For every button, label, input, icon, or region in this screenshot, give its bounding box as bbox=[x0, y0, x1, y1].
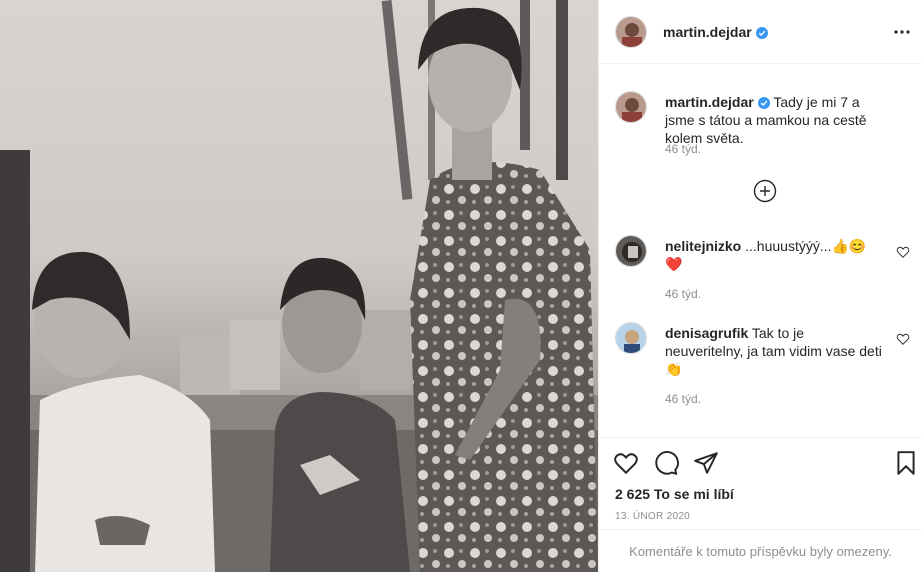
bookmark-icon[interactable] bbox=[893, 450, 919, 476]
post-header: martin.dejdar bbox=[599, 0, 921, 64]
photo-illustration bbox=[0, 0, 598, 572]
comment-heart-emoji: ❤️ bbox=[665, 256, 683, 272]
comment-item: nelitejnizko ...huuustýýý...👍😊 ❤️ 46 týd… bbox=[615, 235, 910, 305]
avatar[interactable] bbox=[615, 16, 647, 48]
comments-limited-notice: Komentáře k tomuto příspěvku byly omezen… bbox=[599, 529, 921, 572]
comment-username[interactable]: denisagrufik bbox=[665, 325, 748, 341]
post-side-panel: martin.dejdar martin.dejdar Tady je mi 7… bbox=[598, 0, 921, 572]
verified-badge-icon bbox=[755, 27, 768, 39]
plus-circle-icon[interactable] bbox=[753, 179, 777, 203]
verified-badge-icon bbox=[757, 97, 770, 109]
caption-text: martin.dejdar Tady je mi 7 a jsme s táto… bbox=[665, 93, 885, 147]
likes-count[interactable]: 2 625 To se mi líbí bbox=[615, 486, 734, 502]
comment-icon[interactable] bbox=[653, 450, 679, 476]
post-username[interactable]: martin.dejdar bbox=[663, 24, 768, 40]
comment-body: ...huuustýýý...👍😊 bbox=[745, 238, 867, 254]
comment-item: denisagrufik Tak to je neuveritelny, ja … bbox=[615, 322, 910, 407]
comment-text: nelitejnizko ...huuustýýý...👍😊 ❤️ bbox=[665, 237, 885, 273]
avatar[interactable] bbox=[615, 322, 647, 354]
like-comment-heart-icon[interactable] bbox=[896, 245, 910, 259]
paper-plane-icon[interactable] bbox=[693, 450, 719, 476]
comment-time[interactable]: 46 týd. bbox=[665, 392, 701, 406]
caption-time[interactable]: 46 týd. bbox=[665, 142, 701, 156]
caption: martin.dejdar Tady je mi 7 a jsme s táto… bbox=[615, 91, 910, 161]
avatar[interactable] bbox=[615, 91, 647, 123]
post-actions: 2 625 To se mi líbí 13. ÚNOR 2020 Koment… bbox=[599, 437, 921, 572]
more-options-icon[interactable] bbox=[890, 20, 914, 44]
comment-text: denisagrufik Tak to je neuveritelny, ja … bbox=[665, 324, 885, 378]
avatar[interactable] bbox=[615, 235, 647, 267]
heart-icon[interactable] bbox=[613, 450, 639, 476]
caption-username[interactable]: martin.dejdar bbox=[665, 94, 754, 110]
post-date[interactable]: 13. ÚNOR 2020 bbox=[615, 511, 690, 522]
comment-username[interactable]: nelitejnizko bbox=[665, 238, 741, 254]
like-comment-heart-icon[interactable] bbox=[896, 332, 910, 346]
post-photo[interactable] bbox=[0, 0, 598, 572]
comments-list[interactable]: martin.dejdar Tady je mi 7 a jsme s táto… bbox=[599, 65, 921, 437]
comment-time[interactable]: 46 týd. bbox=[665, 287, 701, 301]
